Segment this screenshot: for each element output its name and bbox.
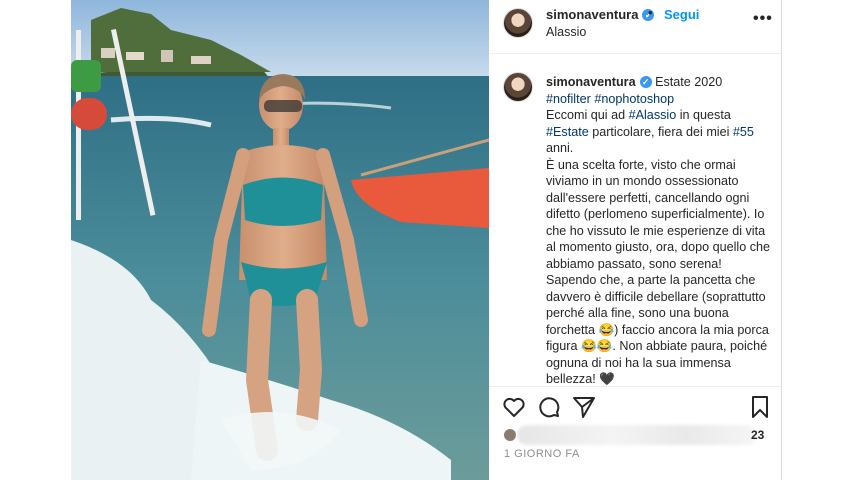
caption-part4: anni. È una scelta forte, visto che orma…: [546, 141, 771, 386]
location-link[interactable]: Alassio: [546, 25, 586, 39]
paper-plane-icon[interactable]: [572, 395, 596, 419]
likes-count-end[interactable]: 23: [751, 428, 764, 442]
heart-icon[interactable]: [502, 395, 526, 419]
comment-icon[interactable]: [537, 395, 561, 419]
action-bar: 23 1 GIORNO FA: [489, 386, 781, 480]
hashtag-nofilter[interactable]: #nofilter: [546, 92, 591, 106]
caption-part1: Eccomi qui ad: [546, 108, 629, 122]
caption-part2: in questa: [676, 108, 735, 122]
post-sidebar: simonaventura ✓ • Segui Alassio ••• simon…: [489, 0, 781, 480]
caption-username[interactable]: simonaventura: [546, 75, 636, 89]
more-options-icon[interactable]: •••: [753, 10, 773, 28]
blurred-likes-text: [517, 425, 757, 445]
time-ago[interactable]: 1 GIORNO FA: [504, 448, 580, 460]
dot-separator: •: [648, 5, 653, 20]
follow-button[interactable]: Segui: [664, 7, 699, 22]
hashtag-nophotoshop[interactable]: #nophotoshop: [594, 92, 674, 106]
header-username[interactable]: simonaventura ✓: [546, 7, 655, 22]
hashtag-estate[interactable]: #Estate: [546, 125, 589, 139]
avatar[interactable]: [503, 8, 533, 38]
beach-photo: [71, 0, 489, 480]
caption-text: simonaventura ✓ Estate 2020 #nofilter #no…: [546, 74, 771, 386]
post-header: simonaventura ✓ • Segui Alassio •••: [489, 0, 781, 54]
username-text[interactable]: simonaventura: [546, 7, 638, 22]
liker-avatar[interactable]: [504, 429, 516, 441]
bookmark-icon[interactable]: [748, 395, 772, 419]
hashtag-55[interactable]: #55: [733, 125, 754, 139]
hashtag-alassio[interactable]: #Alassio: [629, 108, 677, 122]
caption-area: simonaventura ✓ Estate 2020 #nofilter #no…: [489, 54, 781, 386]
verified-icon: ✓: [639, 76, 652, 88]
caption-avatar[interactable]: [503, 72, 533, 102]
caption-intro: Estate 2020: [655, 75, 723, 89]
post-photo[interactable]: [71, 0, 489, 480]
caption-part3: particolare, fiera dei miei: [588, 124, 733, 139]
